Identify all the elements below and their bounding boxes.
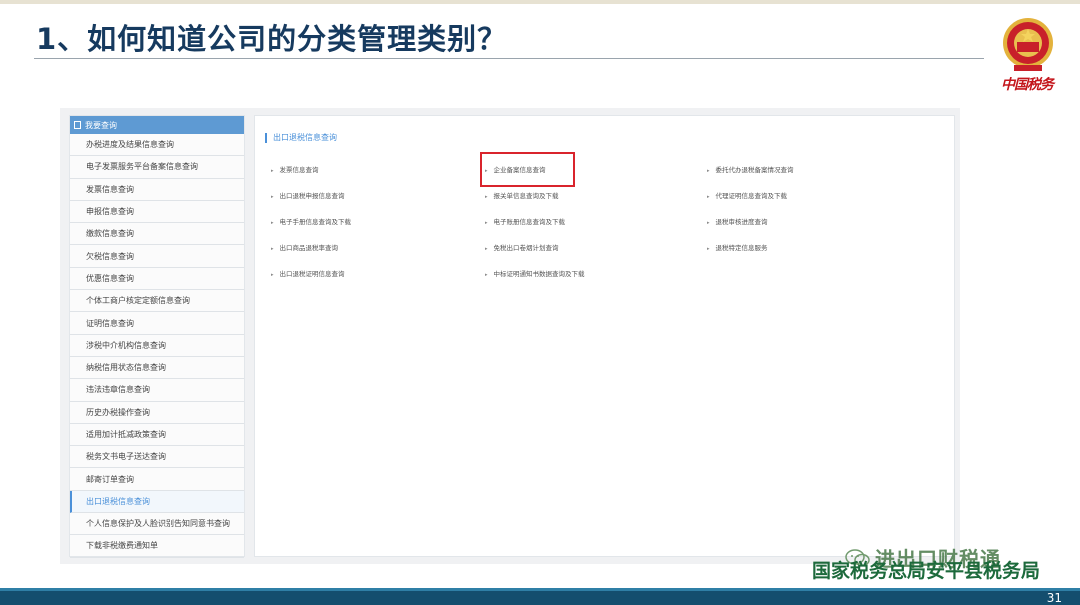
title-underline (34, 58, 984, 59)
query-link-label: 电子账册信息查询及下载 (493, 218, 566, 226)
arrow-right-icon: ▸ (707, 246, 710, 252)
sidebar-item[interactable]: 欠税信息查询 (70, 245, 244, 268)
sidebar-item[interactable]: 办税进度及结果信息查询 (70, 134, 244, 157)
arrow-right-icon: ▸ (707, 168, 710, 174)
national-emblem-icon (1003, 18, 1053, 71)
query-link[interactable]: ▸ 退税审核进度查询 (707, 216, 768, 226)
arrow-right-icon: ▸ (485, 272, 488, 278)
query-link-label: 代理证明信息查询及下载 (715, 192, 788, 200)
sidebar-item[interactable]: 个人信息保护及人脸识别告知同意书查询 (70, 513, 244, 536)
query-link-label: 免税出口卷烟计划查询 (493, 244, 559, 252)
sidebar-item[interactable]: 缴款信息查询 (70, 223, 244, 246)
query-link[interactable]: ▸ 出口退税证明信息查询 (271, 268, 345, 278)
query-link[interactable]: ▸ 免税出口卷烟计划查询 (485, 242, 559, 252)
query-link-label: 出口退税申报信息查询 (279, 192, 345, 200)
query-link-label: 委托代办退税备案情况查询 (715, 166, 794, 174)
arrow-right-icon: ▸ (271, 272, 274, 278)
arrow-right-icon: ▸ (271, 246, 274, 252)
arrow-right-icon: ▸ (271, 220, 274, 226)
query-link-label: 报关单信息查询及下载 (493, 192, 559, 200)
sidebar-item[interactable]: 下载非税缴费通知单 (70, 535, 244, 558)
sidebar-item[interactable]: 电子发票服务平台备案信息查询 (70, 156, 244, 179)
arrow-right-icon: ▸ (271, 194, 274, 200)
query-link[interactable]: ▸ 电子手册信息查询及下载 (271, 216, 351, 226)
content-panel: 出口退税信息查询 ▸ 发票信息查询 ▸ 出口退税申报信息查询 ▸ 电子手册信息查询及下载 ▸… (254, 115, 955, 557)
sidebar-item[interactable]: 出口退税信息查询 (70, 490, 244, 514)
sidebar-item[interactable]: 证明信息查询 (70, 312, 244, 335)
query-link[interactable]: ▸ 出口退税申报信息查询 (271, 190, 345, 200)
query-link[interactable]: ▸ 出口商品退税率查询 (271, 242, 338, 252)
arrow-right-icon: ▸ (485, 194, 488, 200)
sidebar-item[interactable]: 优惠信息查询 (70, 268, 244, 291)
query-link[interactable]: ▸ 报关单信息查询及下载 (485, 190, 559, 200)
query-link-label: 出口商品退税率查询 (279, 244, 339, 252)
query-link-label: 电子手册信息查询及下载 (279, 218, 352, 226)
sidebar-item[interactable]: 申报信息查询 (70, 201, 244, 224)
document-icon (74, 121, 81, 129)
top-decor-strip (0, 0, 1080, 4)
query-link-label: 发票信息查询 (279, 166, 319, 174)
bottom-bar-highlight (0, 588, 1080, 591)
highlight-box (480, 152, 575, 187)
query-link[interactable]: ▸ 委托代办退税备案情况查询 (707, 164, 794, 174)
query-link-label: 退税特定信息服务 (715, 244, 768, 252)
query-link-label: 出口退税证明信息查询 (279, 270, 345, 278)
query-link[interactable]: ▸ 发票信息查询 (271, 164, 319, 174)
arrow-right-icon: ▸ (485, 246, 488, 252)
arrow-right-icon: ▸ (707, 220, 710, 226)
sidebar-header: 我要查询 (70, 116, 244, 134)
query-link[interactable]: ▸ 代理证明信息查询及下载 (707, 190, 787, 200)
sidebar-item[interactable]: 历史办税操作查询 (70, 402, 244, 424)
query-link-label: 中标证明通知书数据查询及下载 (493, 270, 585, 278)
arrow-right-icon: ▸ (707, 194, 710, 200)
footer-org: 国家税务总局安平县税务局 (812, 560, 1041, 582)
sidebar-item[interactable]: 涉税中介机构信息查询 (70, 335, 244, 357)
sidebar-header-label: 我要查询 (85, 120, 117, 130)
slide-title: 1、如何知道公司的分类管理类别？ (36, 22, 508, 56)
arrow-right-icon: ▸ (271, 168, 274, 174)
sidebar-item[interactable]: 纳税信用状态信息查询 (70, 357, 244, 380)
query-link-label: 退税审核进度查询 (715, 218, 768, 226)
query-sidebar: 我要查询 办税进度及结果信息查询 电子发票服务平台备案信息查询 发票信息查询 申报信息… (69, 115, 245, 558)
query-link[interactable]: ▸ 电子账册信息查询及下载 (485, 216, 565, 226)
sidebar-list: 办税进度及结果信息查询 电子发票服务平台备案信息查询 发票信息查询 申报信息查询 缴款信… (70, 134, 244, 558)
arrow-right-icon: ▸ (485, 220, 488, 226)
sidebar-item[interactable]: 税务文书电子送达查询 (70, 446, 244, 469)
sidebar-item[interactable]: 违法违章信息查询 (70, 379, 244, 402)
sidebar-item[interactable]: 适用加计抵减政策查询 (70, 424, 244, 447)
section-title: 出口退税信息查询 (265, 133, 337, 143)
sidebar-item[interactable]: 发票信息查询 (70, 179, 244, 201)
query-link[interactable]: ▸ 中标证明通知书数据查询及下载 (485, 268, 585, 278)
sidebar-item[interactable]: 个体工商户核定定额信息查询 (70, 290, 244, 313)
brand-logo-text: 中国税务 (1001, 77, 1054, 93)
query-link[interactable]: ▸ 退税特定信息服务 (707, 242, 768, 252)
page-number: 31 (1046, 591, 1062, 605)
sidebar-item[interactable]: 邮寄订单查询 (70, 468, 244, 491)
